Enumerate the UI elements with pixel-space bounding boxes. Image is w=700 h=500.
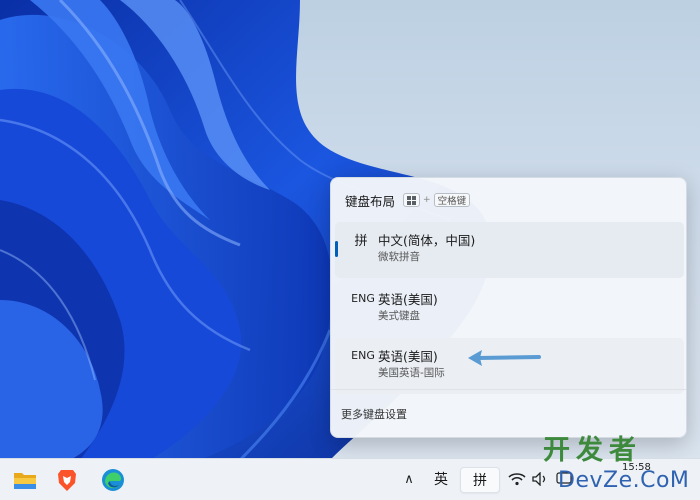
file-explorer-button[interactable] bbox=[8, 463, 42, 497]
lang-item-english-us[interactable]: ENG 英语(美国) 美式键盘 bbox=[335, 281, 684, 337]
volume-icon[interactable] bbox=[532, 472, 548, 486]
space-key: 空格键 bbox=[433, 193, 471, 207]
edge-browser-button[interactable] bbox=[96, 463, 130, 497]
plus-sign: + bbox=[423, 195, 431, 205]
annotation-arrow-icon bbox=[468, 350, 541, 366]
more-keyboard-settings-link[interactable]: 更多键盘设置 bbox=[341, 406, 407, 422]
flyout-header: 键盘布局 + 空格键 bbox=[345, 191, 471, 209]
site-watermark-chinese: 开发者 bbox=[543, 435, 642, 466]
edge-browser-icon bbox=[102, 469, 124, 491]
lang-name: 中文(简体，中国) bbox=[378, 233, 476, 248]
lang-keyboard: 美国英语-国际 bbox=[378, 367, 445, 379]
lang-name: 英语(美国) bbox=[378, 292, 438, 307]
divider bbox=[331, 389, 686, 390]
lang-keyboard: 微软拼音 bbox=[378, 251, 420, 263]
lang-code: ENG bbox=[351, 292, 375, 305]
windows-key-icon bbox=[403, 193, 421, 207]
wifi-icon[interactable] bbox=[508, 472, 526, 486]
lang-code: 拼 bbox=[354, 234, 368, 249]
shortcut-hint: + 空格键 bbox=[403, 193, 471, 207]
lang-code: ENG bbox=[351, 349, 375, 362]
selection-indicator bbox=[335, 241, 338, 257]
site-watermark-english: DevZe.CoM bbox=[558, 468, 690, 493]
ime-mode-toggle[interactable]: 英 bbox=[428, 467, 454, 493]
brave-browser-icon bbox=[58, 469, 76, 491]
keyboard-layout-flyout: 键盘布局 + 空格键 拼 中文(简体，中国) 微软拼音 ENG 英语(美国) 美… bbox=[330, 177, 687, 438]
input-language-button[interactable]: 拼 bbox=[460, 467, 500, 493]
lang-name: 英语(美国) bbox=[378, 349, 438, 364]
brave-browser-button[interactable] bbox=[50, 463, 84, 497]
lang-keyboard: 美式键盘 bbox=[378, 310, 420, 322]
file-explorer-icon bbox=[14, 473, 36, 489]
lang-item-chinese-pinyin[interactable]: 拼 中文(简体，中国) 微软拼音 bbox=[335, 222, 684, 278]
flyout-title: 键盘布局 bbox=[345, 193, 396, 209]
show-hidden-icons-button[interactable]: ∧ bbox=[400, 471, 418, 489]
